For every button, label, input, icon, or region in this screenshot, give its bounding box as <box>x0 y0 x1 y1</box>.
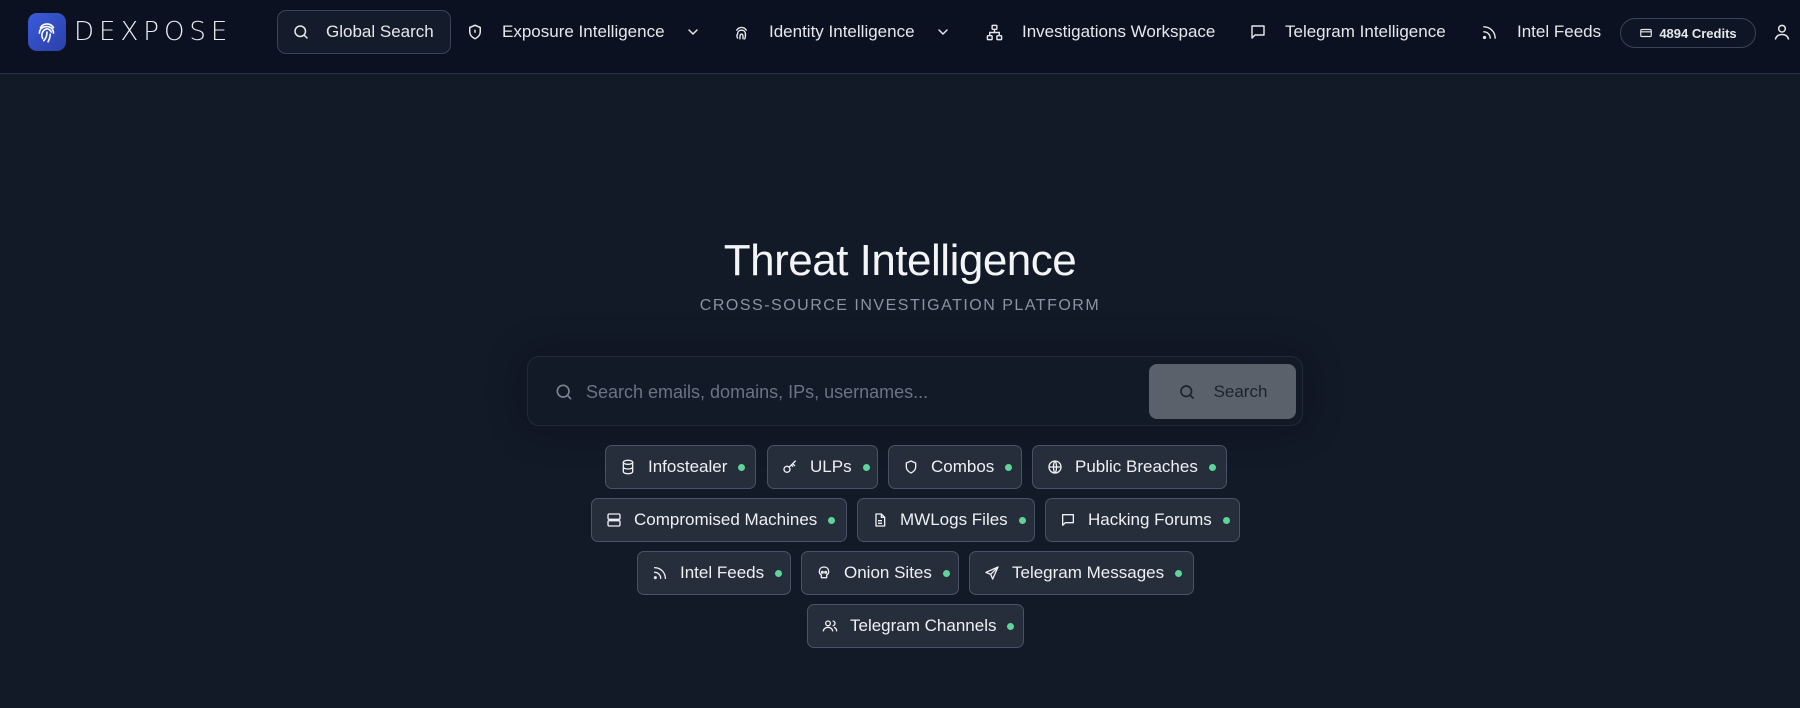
chevron-down-icon <box>687 29 698 36</box>
credits-badge[interactable]: 4894 Credits <box>1620 18 1756 48</box>
source-chip-telegram-channels[interactable]: Telegram Channels <box>807 604 1024 648</box>
source-chip-ulps[interactable]: ULPs <box>767 445 878 489</box>
source-chip-infostealer[interactable]: Infostealer <box>605 445 756 489</box>
user-account-icon[interactable] <box>1772 22 1792 47</box>
skull-icon <box>818 566 830 579</box>
source-chip-label: Hacking Forums <box>1088 510 1212 529</box>
top-navigation-bar: DEXPOSE Global Search Exposure Intellige… <box>0 0 1800 74</box>
network-icon <box>986 24 1003 40</box>
message-square-icon <box>1251 25 1265 39</box>
source-chip-hacking-forums[interactable]: Hacking Forums <box>1045 498 1240 542</box>
nav-intel-feeds[interactable]: Intel Feeds <box>1481 10 1601 54</box>
status-dot <box>1222 516 1230 524</box>
status-dot <box>1208 463 1216 471</box>
source-chip-onion-sites[interactable]: Onion Sites <box>801 551 959 595</box>
search-icon <box>556 384 572 400</box>
credits-label: 4894 Credits <box>1659 25 1737 41</box>
source-chip-label: ULPs <box>810 457 852 476</box>
source-chip-label: Telegram Channels <box>850 616 997 635</box>
fingerprint-icon <box>736 26 747 40</box>
status-dot <box>942 569 950 577</box>
search-panel: Search <box>527 356 1303 426</box>
users-icon <box>822 620 838 632</box>
source-chip-compromised-machines[interactable]: Compromised Machines <box>591 498 847 542</box>
source-chip-label: Compromised Machines <box>634 510 818 529</box>
nav-telegram-intelligence[interactable]: Telegram Intelligence <box>1249 10 1446 54</box>
brand-logo[interactable]: DEXPOSE <box>28 13 232 51</box>
status-dot <box>862 463 870 471</box>
status-dot <box>775 569 783 577</box>
nav-identity-intelligence[interactable]: Identity Intelligence <box>732 10 951 54</box>
rss-icon <box>653 567 666 580</box>
page-subtitle: CROSS-SOURCE INVESTIGATION PLATFORM <box>699 297 1101 314</box>
database-icon <box>622 459 634 475</box>
globe-icon <box>1048 460 1062 474</box>
status-dot <box>1175 569 1183 577</box>
status-dot <box>738 463 746 471</box>
chevron-down-icon <box>937 29 948 36</box>
nav-intel-feeds-label: Intel Feeds <box>1517 22 1602 41</box>
global-search-label: Global Search <box>326 22 434 41</box>
source-chip-telegram-messages[interactable]: Telegram Messages <box>969 551 1194 595</box>
search-input[interactable] <box>586 374 1146 410</box>
status-dot <box>1007 622 1015 630</box>
source-chip-label: Combos <box>931 457 995 476</box>
search-icon <box>1179 384 1194 399</box>
source-chip-mwlogs-files[interactable]: MWLogs Files <box>857 498 1035 542</box>
file-icon <box>875 513 886 527</box>
source-chip-label: Public Breaches <box>1075 457 1198 476</box>
credit-card-icon <box>1640 28 1653 38</box>
status-dot <box>1018 516 1026 524</box>
search-button[interactable]: Search <box>1149 364 1296 419</box>
status-dot <box>828 516 836 524</box>
nav-exposure-intelligence[interactable]: Exposure Intelligence <box>466 10 701 54</box>
source-chip-public-breaches[interactable]: Public Breaches <box>1032 445 1227 489</box>
nav-investigations-workspace[interactable]: Investigations Workspace <box>985 10 1215 54</box>
brand-name: DEXPOSE <box>74 17 233 47</box>
search-icon <box>294 25 308 39</box>
rss-icon <box>1482 25 1496 39</box>
status-dot <box>1005 463 1013 471</box>
nav-exposure-label: Exposure Intelligence <box>502 22 665 41</box>
source-chip-label: Telegram Messages <box>1012 563 1165 582</box>
key-icon <box>783 460 796 473</box>
source-chip-label: MWLogs Files <box>900 510 1008 529</box>
source-chip-label: Infostealer <box>648 457 728 476</box>
server-icon <box>607 513 621 527</box>
source-chip-intel-feeds[interactable]: Intel Feeds <box>637 551 791 595</box>
message-icon <box>1062 514 1074 526</box>
source-chip-label: Onion Sites <box>844 563 932 582</box>
source-chip-combos[interactable]: Combos <box>888 445 1022 489</box>
shield-icon <box>469 24 481 40</box>
page-title: Threat Intelligence <box>723 236 1077 285</box>
source-chip-label: Intel Feeds <box>680 563 765 582</box>
fingerprint-logo-icon <box>28 13 66 51</box>
search-button-label: Search <box>1213 381 1268 401</box>
nav-identity-label: Identity Intelligence <box>769 22 915 41</box>
nav-telegram-label: Telegram Intelligence <box>1285 22 1446 41</box>
global-search-button[interactable]: Global Search <box>277 10 451 54</box>
send-icon <box>985 566 999 580</box>
nav-investigations-label: Investigations Workspace <box>1022 22 1216 41</box>
shield-icon <box>905 460 917 474</box>
